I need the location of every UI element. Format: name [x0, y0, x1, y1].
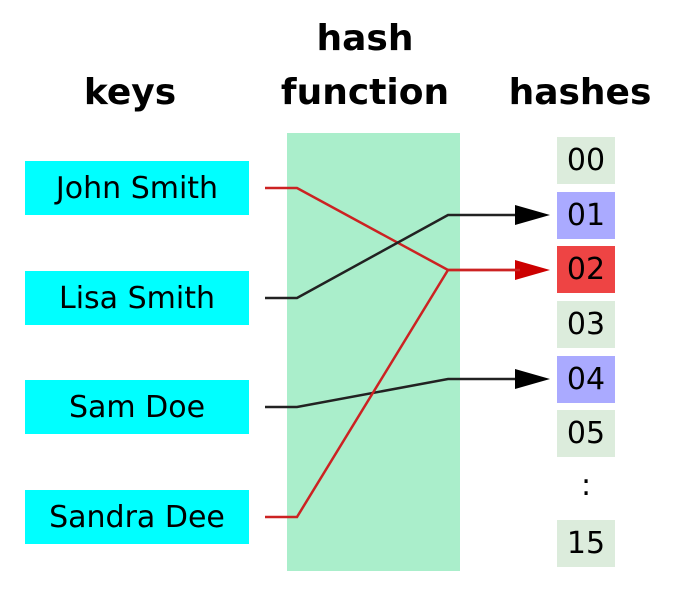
- mapping-lines: [265, 186, 550, 519]
- mapping-line: [265, 268, 520, 519]
- arrowhead-icon: [515, 260, 550, 280]
- arrowhead-icon: [515, 369, 550, 389]
- mapping-line: [265, 213, 520, 300]
- arrowhead-icon: [515, 205, 550, 225]
- mapping-line: [265, 377, 520, 409]
- mapping-line: [265, 186, 520, 272]
